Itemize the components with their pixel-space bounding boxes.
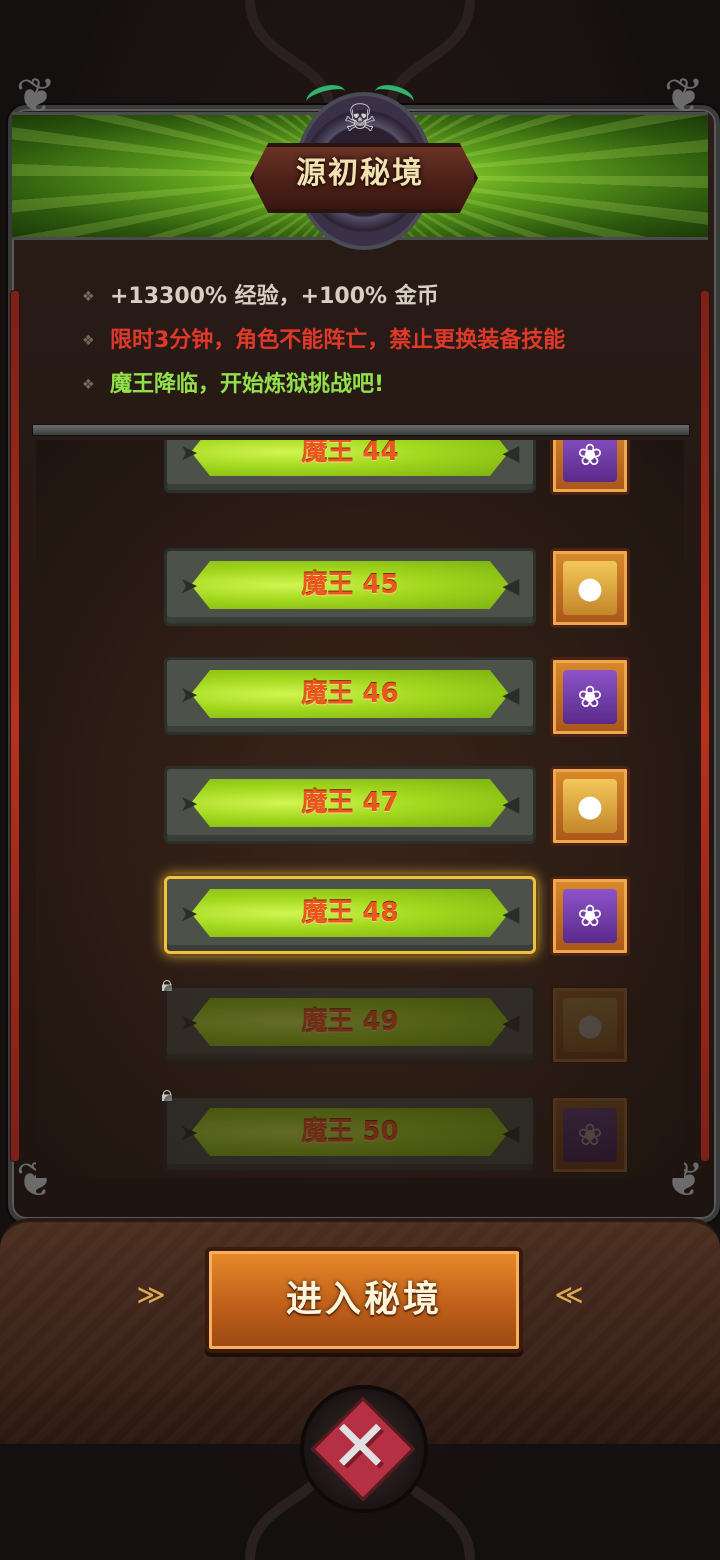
chevron-left-icon: ≪ xyxy=(554,1278,584,1311)
enter-dungeon-button[interactable]: 进入秘境 xyxy=(205,1247,523,1353)
page-title: 源初秘境 xyxy=(296,156,424,191)
purple-chest-icon: ❀ xyxy=(563,1108,617,1162)
level-button[interactable]: ➤ ◀ 魔王 46 xyxy=(164,657,536,735)
level-list[interactable]: ➤ ◀ 魔王 44 ❀ ➤ ◀ 魔王 45 ● ➤ ◀ 魔王 46 ❀ ➤ ◀ … xyxy=(36,440,684,1178)
info-challenge-text: 魔王降临，开始炼狱挑战吧! xyxy=(110,372,385,397)
bullet-icon: ❖ xyxy=(82,289,95,305)
level-label: 魔王 46 xyxy=(301,679,399,709)
level-label: 魔王 50 xyxy=(301,1117,399,1147)
level-button[interactable]: ➤ ◀ 魔王 44 xyxy=(164,440,536,493)
reward-chest[interactable]: ❀ xyxy=(550,1095,630,1175)
level-label: 魔王 48 xyxy=(301,898,399,928)
level-row-50[interactable]: 🔒︎ ➤ ◀ 魔王 50 ❀ xyxy=(36,1082,684,1177)
info-challenge: ❖ 魔王降临，开始炼狱挑战吧! xyxy=(82,363,682,407)
reward-chest[interactable]: ● xyxy=(550,766,630,846)
corner-ornament-icon: ❦ xyxy=(663,68,705,124)
chevron-right-icon: ≫ xyxy=(136,1278,166,1311)
reward-chest[interactable]: ❀ xyxy=(550,440,630,495)
skull-icon: ☠ xyxy=(342,96,378,140)
purple-chest-icon: ❀ xyxy=(563,889,617,943)
gold-chest-icon: ● xyxy=(563,561,617,615)
info-rules-text: 限时3分钟，角色不能阵亡，禁止更换装备技能 xyxy=(110,328,566,353)
level-row-44[interactable]: ➤ ◀ 魔王 44 ❀ xyxy=(36,440,684,497)
bullet-icon: ❖ xyxy=(82,333,95,349)
dungeon-info: ❖ +13300% 经验，+100% 金币 ❖ 限时3分钟，角色不能阵亡，禁止更… xyxy=(82,275,682,407)
level-row-49[interactable]: 🔒︎ ➤ ◀ 魔王 49 ● xyxy=(36,972,684,1067)
level-button-selected[interactable]: ➤ ◀ 魔王 48 xyxy=(164,876,536,954)
level-row-45[interactable]: ➤ ◀ 魔王 45 ● xyxy=(36,540,684,630)
level-row-47[interactable]: ➤ ◀ 魔王 47 ● xyxy=(36,758,684,848)
close-icon[interactable]: ✕ xyxy=(316,1402,404,1490)
level-row-46[interactable]: ➤ ◀ 魔王 46 ❀ xyxy=(36,649,684,739)
info-bonus-text: +13300% 经验，+100% 金币 xyxy=(110,284,439,309)
level-row-48[interactable]: ➤ ◀ 魔王 48 ❀ xyxy=(36,868,684,958)
level-label: 魔王 44 xyxy=(301,440,399,467)
reward-chest[interactable]: ❀ xyxy=(550,876,630,956)
purple-chest-icon: ❀ xyxy=(563,670,617,724)
level-button-locked[interactable]: ➤ ◀ 魔王 50 xyxy=(164,1095,536,1173)
reward-chest[interactable]: ● xyxy=(550,985,630,1065)
level-button[interactable]: ➤ ◀ 魔王 47 xyxy=(164,766,536,844)
info-bonus: ❖ +13300% 经验，+100% 金币 xyxy=(82,275,682,319)
level-label: 魔王 45 xyxy=(301,570,399,600)
info-rules: ❖ 限时3分钟，角色不能阵亡，禁止更换装备技能 xyxy=(82,319,682,363)
corner-ornament-icon: ❦ xyxy=(15,68,57,124)
gold-chest-icon: ● xyxy=(563,998,617,1052)
level-label: 魔王 49 xyxy=(301,1007,399,1037)
right-side-bar xyxy=(700,290,710,1162)
reward-chest[interactable]: ❀ xyxy=(550,657,630,737)
left-side-bar xyxy=(10,290,20,1162)
level-button[interactable]: ➤ ◀ 魔王 45 xyxy=(164,548,536,626)
divider xyxy=(32,424,690,436)
level-label: 魔王 47 xyxy=(301,788,399,818)
reward-chest[interactable]: ● xyxy=(550,548,630,628)
level-button-locked[interactable]: ➤ ◀ 魔王 49 xyxy=(164,985,536,1063)
purple-chest-icon: ❀ xyxy=(563,440,617,482)
gold-chest-icon: ● xyxy=(563,779,617,833)
bullet-icon: ❖ xyxy=(82,377,95,393)
